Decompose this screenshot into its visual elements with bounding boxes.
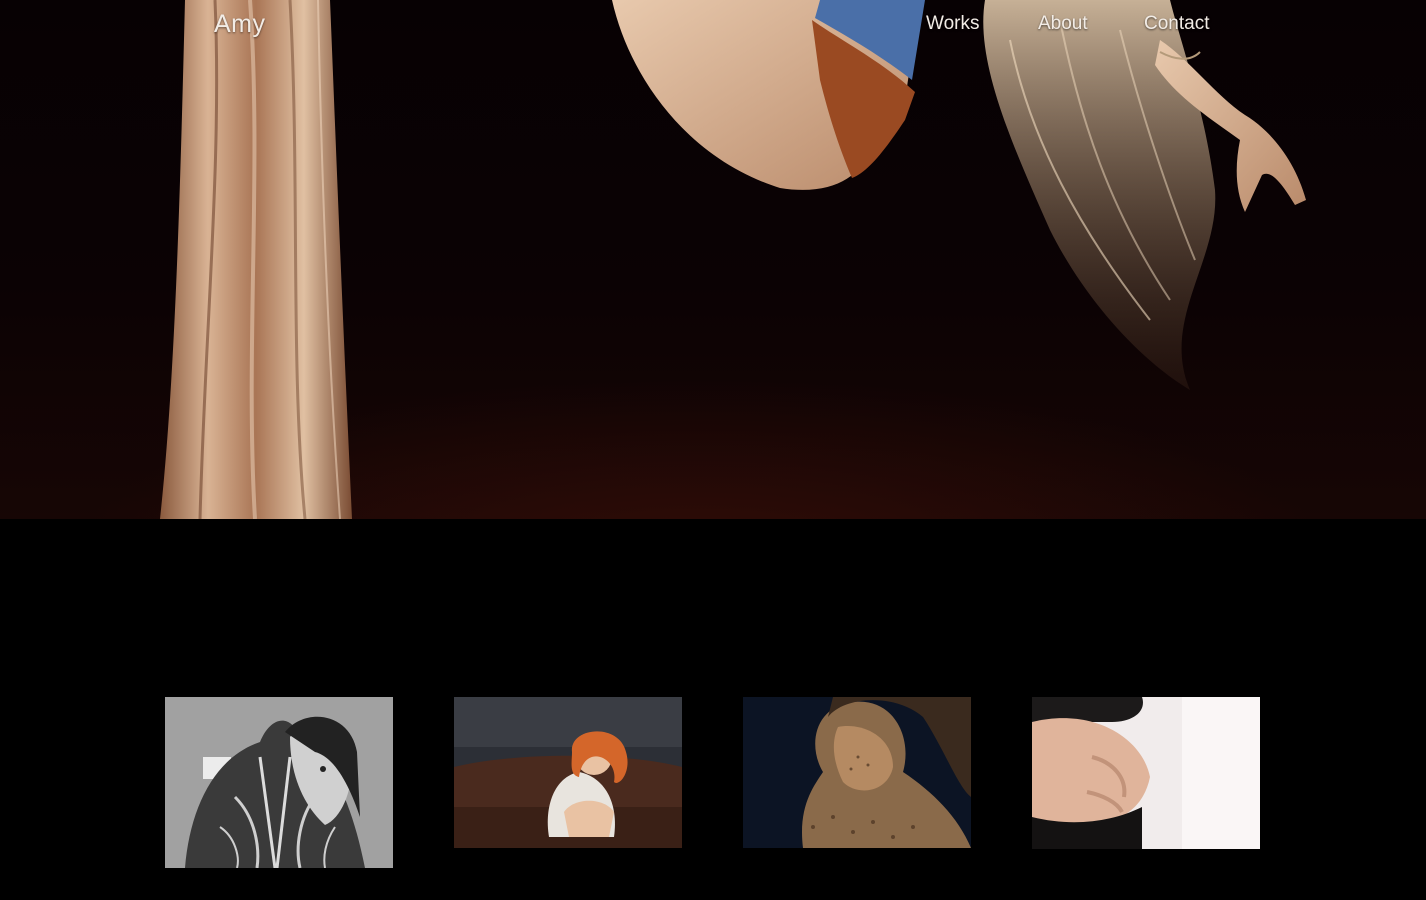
nav-works-link[interactable]: Works	[926, 13, 979, 35]
nav-contact-link[interactable]: Contact	[1144, 13, 1209, 35]
nav-about-link[interactable]: About	[1038, 13, 1088, 35]
brand-logo[interactable]: Amy	[214, 10, 266, 39]
page: Amy Works About Contact	[0, 0, 1426, 900]
pregnant-belly-image	[1032, 697, 1260, 849]
freckled-portrait-image	[743, 697, 971, 848]
redhead-sofa-image	[454, 697, 682, 848]
gallery-thumb-freckled-portrait[interactable]	[743, 697, 971, 848]
gallery-thumb-redhead-sofa[interactable]	[454, 697, 682, 848]
gallery-thumb-pregnant-belly[interactable]	[1032, 697, 1260, 849]
hero-image	[160, 0, 1306, 519]
gallery-thumb-tattoo-couple[interactable]	[165, 697, 393, 868]
tattoo-couple-image	[165, 697, 393, 868]
hero-banner	[0, 0, 1426, 519]
